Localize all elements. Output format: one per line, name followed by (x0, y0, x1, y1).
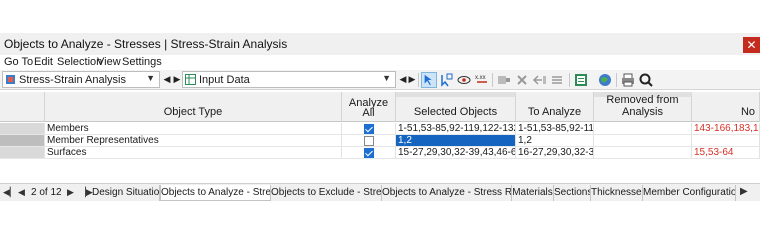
delete-row-icon[interactable] (514, 72, 530, 88)
cell-analyze[interactable] (342, 123, 396, 135)
analyze-checkbox[interactable] (364, 148, 374, 158)
module-icon (6, 75, 15, 84)
cell-to-analyze[interactable]: 1,2 (516, 135, 594, 147)
tab-member-configurations[interactable]: Member Configurations (643, 185, 736, 201)
module-combo-value: Stress-Strain Analysis (19, 74, 126, 86)
globe-icon[interactable] (597, 72, 613, 88)
cell-not-analyzed[interactable]: 143-166,183,186 (692, 123, 760, 135)
table-row[interactable]: Surfaces 15-27,29,30,32-39,43,46-64 16-2… (0, 147, 760, 159)
column-header-to-analyze[interactable]: To Analyze (516, 92, 594, 122)
cell-removed[interactable] (594, 135, 692, 147)
row-header[interactable] (0, 147, 45, 159)
page-info: 2 of 12 (31, 187, 62, 198)
select-objects-icon[interactable] (421, 72, 437, 88)
row-header[interactable] (0, 135, 45, 147)
print-icon[interactable] (620, 72, 636, 88)
previous-page-icon[interactable]: ◀ (18, 187, 25, 198)
cell-selected-objects[interactable]: 15-27,29,30,32-39,43,46-64 (396, 147, 516, 159)
menu-bar: Go To Edit Selection View Settings (0, 56, 760, 70)
column-header-removed[interactable]: Removed from Analysis (594, 92, 692, 122)
next-icon[interactable]: ▶ (407, 72, 417, 87)
table-row[interactable]: Members 1-51,53-85,92-119,122-132,135...… (0, 123, 760, 135)
cell-analyze[interactable] (342, 147, 396, 159)
column-header-selected-objects[interactable]: Selected Objects (396, 92, 516, 122)
toolbar: Stress-Strain Analysis ▼ ◀ ▶ Input Data … (0, 70, 760, 90)
cell-removed[interactable] (594, 147, 692, 159)
cell-object-type[interactable]: Members (45, 123, 342, 135)
toolbar-separator (616, 73, 617, 87)
cell-selected-objects[interactable]: 1-51,53-85,92-119,122-132,135... (396, 123, 516, 135)
cell-not-analyzed[interactable]: 15,53-64 (692, 147, 760, 159)
cell-object-type[interactable]: Member Representatives (45, 135, 342, 147)
cell-analyze[interactable] (342, 135, 396, 147)
analyze-checkbox[interactable] (364, 136, 374, 146)
chevron-down-icon: ▼ (146, 73, 155, 83)
tab-materials[interactable]: Materials (512, 185, 554, 201)
tab-design-situations[interactable]: Design Situations (92, 185, 160, 201)
column-header-analyze-all[interactable]: Analyze All (342, 92, 396, 122)
sheet-tab-bar: ◀▏ ◀ 2 of 12 ▶ ▕▶ Design Situations Obje… (0, 183, 760, 201)
table-row[interactable]: Member Representatives 1,2 1,2 (0, 135, 760, 147)
first-page-icon[interactable]: ◀▏ (3, 187, 17, 198)
chevron-down-icon: ▼ (382, 73, 391, 83)
insert-row-icon[interactable] (532, 72, 548, 88)
table-options-icon[interactable]: x.xx (474, 72, 490, 88)
column-header-object-type[interactable]: Object Type (45, 92, 342, 122)
row-header-corner (0, 92, 45, 122)
module-combo[interactable]: Stress-Strain Analysis ▼ (2, 71, 160, 88)
toolbar-separator (418, 73, 419, 87)
cell-selected-objects[interactable]: 1,2 (396, 135, 516, 147)
data-combo-value: Input Data (199, 74, 250, 86)
search-icon[interactable] (638, 72, 654, 88)
tab-objects-to-exclude-stresses[interactable]: Objects to Exclude - Stresses (271, 185, 382, 201)
toolbar-separator (569, 73, 570, 87)
last-page-icon[interactable]: ▕▶ (79, 187, 93, 198)
export-icon[interactable] (573, 72, 589, 88)
menu-go-to[interactable]: Go To (4, 56, 33, 68)
cell-to-analyze[interactable]: 16-27,29,30,32-39,... (516, 147, 594, 159)
tab-objects-to-analyze-stresses[interactable]: Objects to Analyze - Stresses (160, 185, 271, 201)
svg-text:x.xx: x.xx (475, 75, 486, 81)
column-header-not[interactable]: No (692, 92, 760, 122)
menu-edit[interactable]: Edit (34, 56, 53, 68)
filter-icon[interactable] (496, 72, 512, 88)
window-title: Objects to Analyze - Stresses | Stress-S… (4, 37, 288, 51)
tab-sections[interactable]: Sections (554, 185, 591, 201)
toolbar-separator (492, 73, 493, 87)
cell-object-type[interactable]: Surfaces (45, 147, 342, 159)
table-icon (185, 74, 196, 85)
data-combo[interactable]: Input Data ▼ (182, 71, 396, 88)
select-in-graphic-icon[interactable] (438, 72, 454, 88)
next-page-icon[interactable]: ▶ (67, 187, 74, 198)
cell-not-analyzed[interactable] (692, 135, 760, 147)
menu-settings[interactable]: Settings (122, 56, 162, 68)
cell-removed[interactable] (594, 123, 692, 135)
previous-icon[interactable]: ◀ (162, 72, 172, 87)
menu-view[interactable]: View (97, 56, 121, 68)
analyze-checkbox[interactable] (364, 124, 374, 134)
next-icon[interactable]: ▶ (172, 72, 182, 87)
cell-to-analyze[interactable]: 1-51,53-85,92-119,... (516, 123, 594, 135)
view-icon[interactable] (456, 72, 472, 88)
move-row-icon[interactable] (550, 72, 566, 88)
tab-thicknesses[interactable]: Thicknesses (591, 185, 643, 201)
row-header[interactable] (0, 123, 45, 135)
window-titlebar: Objects to Analyze - Stresses | Stress-S… (0, 33, 760, 55)
data-table: Object Type Analyze All Selected Objects… (0, 92, 760, 160)
menu-selection[interactable]: Selection (57, 56, 102, 68)
scroll-right-icon[interactable]: ▶ (740, 186, 748, 197)
tab-objects-to-analyze-stress-ranges[interactable]: Objects to Analyze - Stress Ranges (382, 185, 512, 201)
close-button[interactable]: ✕ (743, 37, 760, 53)
